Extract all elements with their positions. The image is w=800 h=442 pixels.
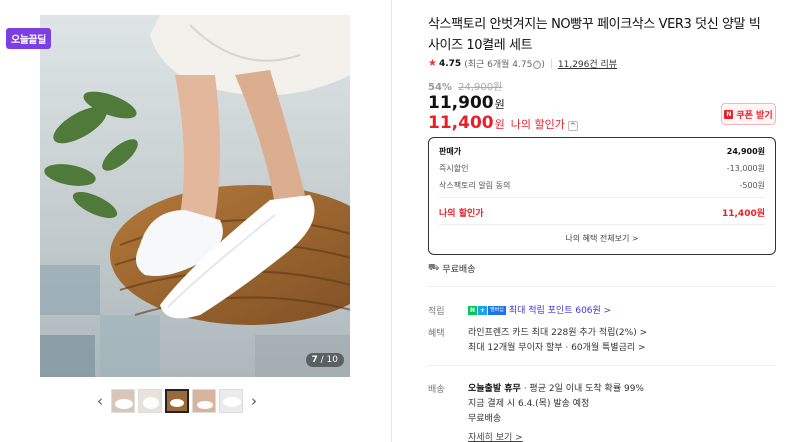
delivery-dispatch-date: 지금 결제 시 6.4.(목) 발송 예정 (468, 399, 590, 409)
delivery-label: 배송 (428, 385, 445, 395)
thumbnail-active[interactable] (165, 389, 189, 413)
chevron-left-icon[interactable]: ‹ (92, 390, 108, 412)
review-count-link[interactable]: 11,296건 리뷰 (558, 57, 617, 70)
delivery-free: 무료배송 (468, 414, 502, 424)
coupon-button[interactable]: N 쿠폰 받기 (721, 103, 776, 125)
points-label: 적립 (428, 307, 445, 317)
view-all-benefits-link[interactable]: 나의 혜택 전체보기 > (429, 233, 775, 244)
delivery-status: 오늘출발 휴무 · 평균 2일 이내 도착 확률 99% (468, 384, 644, 394)
rating-row: ★ 4.75 (최근 6개월 4.75 ⓘ) | 11,296건 리뷰 (428, 57, 618, 70)
breakdown-row: 판매가 24,900원 (439, 147, 765, 156)
rating-score: 4.75 (438, 58, 462, 69)
max-points-link[interactable]: 최대 적립 포인트 606원 > (509, 306, 611, 316)
price-breakdown-box: 판매가 24,900원 즉시할인 -13,000원 삭스팩토리 알림 동의 -500원… (428, 137, 776, 255)
my-discount-price: 11,400 원 나의 할인가 ^ (428, 113, 578, 133)
truck-icon: ⛟ (428, 263, 440, 273)
breakdown-row: 삭스팩토리 알림 동의 -500원 (439, 181, 765, 190)
today-deal-badge: 오늘끝딜 (6, 28, 51, 49)
npay-membership-icon: N + 멤버십 (468, 306, 506, 315)
product-main-image[interactable]: 7 / 10 (40, 15, 350, 377)
thumbnail[interactable] (192, 389, 216, 413)
coupon-icon: N (724, 109, 734, 119)
star-icon: ★ (428, 58, 437, 69)
benefits-label: 혜택 (428, 329, 445, 339)
my-discount-label: 나의 할인가 (510, 118, 565, 131)
product-gallery: 7 / 10 오늘끝딜 ‹ › (0, 0, 392, 442)
free-shipping-badge: ⛟ 무료배송 (428, 263, 476, 275)
product-photo (40, 15, 350, 377)
rating-recent: (최근 6개월 4.75 ⓘ) (464, 60, 545, 70)
divider (439, 197, 765, 198)
breakdown-row: 즉시할인 -13,000원 (439, 164, 765, 173)
divider (428, 365, 776, 366)
thumbnail-strip: ‹ › (92, 389, 262, 413)
chevron-up-icon[interactable]: ^ (567, 121, 578, 131)
thumbnail[interactable] (219, 389, 243, 413)
divider (428, 286, 776, 287)
breakdown-total: 나의 할인가 11,400원 (439, 209, 765, 219)
points-row[interactable]: N + 멤버십 최대 적립 포인트 606원 > (468, 303, 611, 316)
installment-link[interactable]: 최대 12개월 무이자 할부 · 60개월 특별금리 > (468, 340, 646, 353)
image-counter: 7 / 10 (305, 353, 344, 367)
product-title: 삭스팩토리 안벗겨지는 NO빵꾸 페이크삭스 VER3 덧신 양말 빅사이즈 1… (428, 17, 761, 53)
discount-row: 54% 24,900원 (428, 78, 502, 93)
chevron-right-icon[interactable]: › (246, 390, 262, 412)
divider (439, 224, 765, 225)
card-points-link[interactable]: 라인프렌즈 카드 최대 228원 추가 적립(2%) > (468, 325, 647, 338)
thumbnail[interactable] (138, 389, 162, 413)
thumbnail[interactable] (111, 389, 135, 413)
discount-percent: 54% (428, 82, 452, 93)
sale-price: 11,900원 (428, 93, 505, 113)
original-price: 24,900원 (458, 82, 503, 93)
delivery-details-link[interactable]: 자세히 보기 > (468, 430, 523, 442)
